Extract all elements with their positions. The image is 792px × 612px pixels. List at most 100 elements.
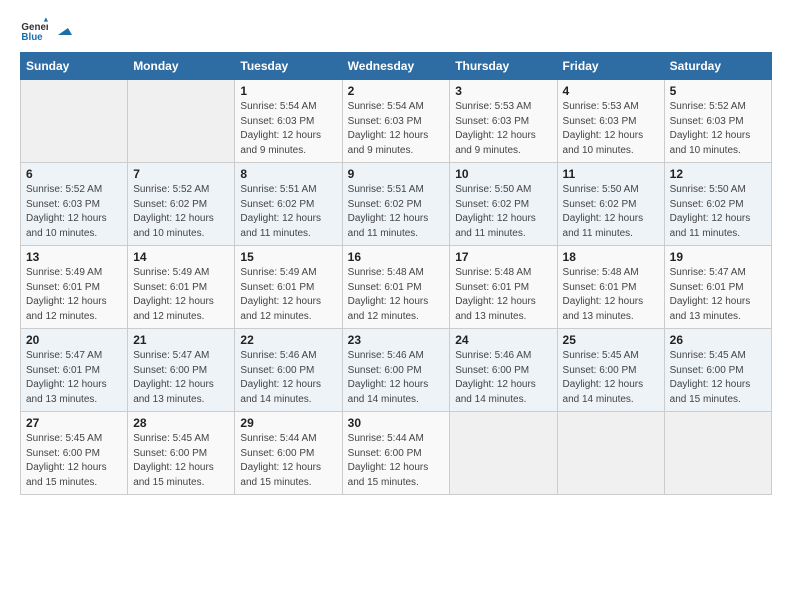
- day-info: Sunrise: 5:48 AM Sunset: 6:01 PM Dayligh…: [348, 266, 445, 324]
- day-info: Sunrise: 5:49 AM Sunset: 6:01 PM Dayligh…: [26, 266, 122, 324]
- calendar-day-cell: [450, 412, 557, 495]
- calendar-day-cell: 26Sunrise: 5:45 AM Sunset: 6:00 PM Dayli…: [664, 329, 771, 412]
- header: General Blue: [20, 16, 772, 44]
- day-number: 14: [133, 250, 229, 264]
- calendar-day-cell: 18Sunrise: 5:48 AM Sunset: 6:01 PM Dayli…: [557, 246, 664, 329]
- day-info: Sunrise: 5:53 AM Sunset: 6:03 PM Dayligh…: [455, 100, 551, 158]
- day-info: Sunrise: 5:48 AM Sunset: 6:01 PM Dayligh…: [455, 266, 551, 324]
- day-number: 12: [670, 167, 766, 181]
- calendar-day-cell: [128, 80, 235, 163]
- day-info: Sunrise: 5:50 AM Sunset: 6:02 PM Dayligh…: [563, 183, 659, 241]
- svg-text:Blue: Blue: [21, 32, 43, 43]
- calendar-day-cell: 1Sunrise: 5:54 AM Sunset: 6:03 PM Daylig…: [235, 80, 342, 163]
- day-info: Sunrise: 5:52 AM Sunset: 6:03 PM Dayligh…: [670, 100, 766, 158]
- calendar-table: SundayMondayTuesdayWednesdayThursdayFrid…: [20, 52, 772, 495]
- calendar-day-cell: 14 Sunrise: 5:49 AM Sunset: 6:01 PM Dayli…: [128, 246, 235, 329]
- day-info: Sunrise: 5:52 AM Sunset: 6:02 PM Dayligh…: [133, 183, 229, 241]
- calendar-day-cell: 21 Sunrise: 5:47 AM Sunset: 6:00 PM Dayli…: [128, 329, 235, 412]
- day-number: 20: [26, 333, 122, 347]
- logo-icon: General Blue: [20, 16, 48, 44]
- calendar-header: SundayMondayTuesdayWednesdayThursdayFrid…: [21, 53, 772, 80]
- calendar-day-cell: 12 Sunrise: 5:50 AM Sunset: 6:02 PM Dayli…: [664, 163, 771, 246]
- calendar-day-cell: 10 Sunrise: 5:50 AM Sunset: 6:02 PM Dayli…: [450, 163, 557, 246]
- day-info: Sunrise: 5:47 AM Sunset: 6:01 PM Dayligh…: [670, 266, 766, 324]
- day-info: Sunrise: 5:45 AM Sunset: 6:00 PM Dayligh…: [563, 349, 659, 407]
- calendar-day-cell: 16 Sunrise: 5:48 AM Sunset: 6:01 PM Dayli…: [342, 246, 450, 329]
- day-info: Sunrise: 5:47 AM Sunset: 6:01 PM Dayligh…: [26, 349, 122, 407]
- calendar-day-cell: 24 Sunrise: 5:46 AM Sunset: 6:00 PM Dayli…: [450, 329, 557, 412]
- day-info: Sunrise: 5:45 AM Sunset: 6:00 PM Dayligh…: [133, 432, 229, 490]
- day-info: Sunrise: 5:44 AM Sunset: 6:00 PM Dayligh…: [348, 432, 445, 490]
- day-info: Sunrise: 5:45 AM Sunset: 6:00 PM Dayligh…: [26, 432, 122, 490]
- day-info: Sunrise: 5:49 AM Sunset: 6:01 PM Dayligh…: [133, 266, 229, 324]
- day-info: Sunrise: 5:51 AM Sunset: 6:02 PM Dayligh…: [240, 183, 336, 241]
- calendar-day-cell: 25Sunrise: 5:45 AM Sunset: 6:00 PM Dayli…: [557, 329, 664, 412]
- calendar-day-cell: 30 Sunrise: 5:44 AM Sunset: 6:00 PM Dayli…: [342, 412, 450, 495]
- day-number: 30: [348, 416, 445, 430]
- day-number: 22: [240, 333, 336, 347]
- calendar-day-cell: [664, 412, 771, 495]
- day-number: 27: [26, 416, 122, 430]
- calendar-week-row: 27 Sunrise: 5:45 AM Sunset: 6:00 PM Dayli…: [21, 412, 772, 495]
- day-info: Sunrise: 5:44 AM Sunset: 6:00 PM Dayligh…: [240, 432, 336, 490]
- calendar-day-cell: 5 Sunrise: 5:52 AM Sunset: 6:03 PM Daylig…: [664, 80, 771, 163]
- calendar-day-cell: 3 Sunrise: 5:53 AM Sunset: 6:03 PM Daylig…: [450, 80, 557, 163]
- day-info: Sunrise: 5:46 AM Sunset: 6:00 PM Dayligh…: [455, 349, 551, 407]
- day-number: 24: [455, 333, 551, 347]
- calendar-day-cell: 22 Sunrise: 5:46 AM Sunset: 6:00 PM Dayli…: [235, 329, 342, 412]
- calendar-day-cell: 13 Sunrise: 5:49 AM Sunset: 6:01 PM Dayli…: [21, 246, 128, 329]
- calendar-day-cell: 28 Sunrise: 5:45 AM Sunset: 6:00 PM Dayli…: [128, 412, 235, 495]
- day-number: 21: [133, 333, 229, 347]
- day-info: Sunrise: 5:53 AM Sunset: 6:03 PM Dayligh…: [563, 100, 659, 158]
- weekday-header-row: SundayMondayTuesdayWednesdayThursdayFrid…: [21, 53, 772, 80]
- weekday-header-sunday: Sunday: [21, 53, 128, 80]
- day-info: Sunrise: 5:46 AM Sunset: 6:00 PM Dayligh…: [240, 349, 336, 407]
- day-number: 16: [348, 250, 445, 264]
- day-number: 28: [133, 416, 229, 430]
- day-info: Sunrise: 5:45 AM Sunset: 6:00 PM Dayligh…: [670, 349, 766, 407]
- day-number: 10: [455, 167, 551, 181]
- day-info: Sunrise: 5:47 AM Sunset: 6:00 PM Dayligh…: [133, 349, 229, 407]
- day-number: 9: [348, 167, 445, 181]
- calendar-day-cell: 7 Sunrise: 5:52 AM Sunset: 6:02 PM Daylig…: [128, 163, 235, 246]
- day-info: Sunrise: 5:46 AM Sunset: 6:00 PM Dayligh…: [348, 349, 445, 407]
- weekday-header-monday: Monday: [128, 53, 235, 80]
- day-number: 3: [455, 84, 551, 98]
- day-number: 11: [563, 167, 659, 181]
- day-number: 29: [240, 416, 336, 430]
- day-number: 15: [240, 250, 336, 264]
- day-number: 17: [455, 250, 551, 264]
- calendar-day-cell: 9 Sunrise: 5:51 AM Sunset: 6:02 PM Daylig…: [342, 163, 450, 246]
- calendar-week-row: 13 Sunrise: 5:49 AM Sunset: 6:01 PM Dayli…: [21, 246, 772, 329]
- calendar-day-cell: 11 Sunrise: 5:50 AM Sunset: 6:02 PM Dayli…: [557, 163, 664, 246]
- day-number: 23: [348, 333, 445, 347]
- weekday-header-thursday: Thursday: [450, 53, 557, 80]
- day-number: 2: [348, 84, 445, 98]
- day-info: Sunrise: 5:48 AM Sunset: 6:01 PM Dayligh…: [563, 266, 659, 324]
- day-number: 19: [670, 250, 766, 264]
- day-number: 8: [240, 167, 336, 181]
- calendar-day-cell: 2Sunrise: 5:54 AM Sunset: 6:03 PM Daylig…: [342, 80, 450, 163]
- weekday-header-friday: Friday: [557, 53, 664, 80]
- calendar-week-row: 6Sunrise: 5:52 AM Sunset: 6:03 PM Daylig…: [21, 163, 772, 246]
- day-info: Sunrise: 5:50 AM Sunset: 6:02 PM Dayligh…: [455, 183, 551, 241]
- day-number: 6: [26, 167, 122, 181]
- calendar-day-cell: 23 Sunrise: 5:46 AM Sunset: 6:00 PM Dayli…: [342, 329, 450, 412]
- calendar-day-cell: [557, 412, 664, 495]
- day-number: 5: [670, 84, 766, 98]
- logo-arrow-icon: [54, 21, 72, 39]
- day-number: 7: [133, 167, 229, 181]
- weekday-header-saturday: Saturday: [664, 53, 771, 80]
- day-info: Sunrise: 5:50 AM Sunset: 6:02 PM Dayligh…: [670, 183, 766, 241]
- day-number: 4: [563, 84, 659, 98]
- calendar-day-cell: 8 Sunrise: 5:51 AM Sunset: 6:02 PM Daylig…: [235, 163, 342, 246]
- weekday-header-wednesday: Wednesday: [342, 53, 450, 80]
- calendar-day-cell: 29 Sunrise: 5:44 AM Sunset: 6:00 PM Dayli…: [235, 412, 342, 495]
- calendar-body: 1Sunrise: 5:54 AM Sunset: 6:03 PM Daylig…: [21, 80, 772, 495]
- day-info: Sunrise: 5:51 AM Sunset: 6:02 PM Dayligh…: [348, 183, 445, 241]
- logo: General Blue: [20, 16, 72, 44]
- day-number: 13: [26, 250, 122, 264]
- calendar-day-cell: 4 Sunrise: 5:53 AM Sunset: 6:03 PM Daylig…: [557, 80, 664, 163]
- calendar-day-cell: 6Sunrise: 5:52 AM Sunset: 6:03 PM Daylig…: [21, 163, 128, 246]
- day-info: Sunrise: 5:49 AM Sunset: 6:01 PM Dayligh…: [240, 266, 336, 324]
